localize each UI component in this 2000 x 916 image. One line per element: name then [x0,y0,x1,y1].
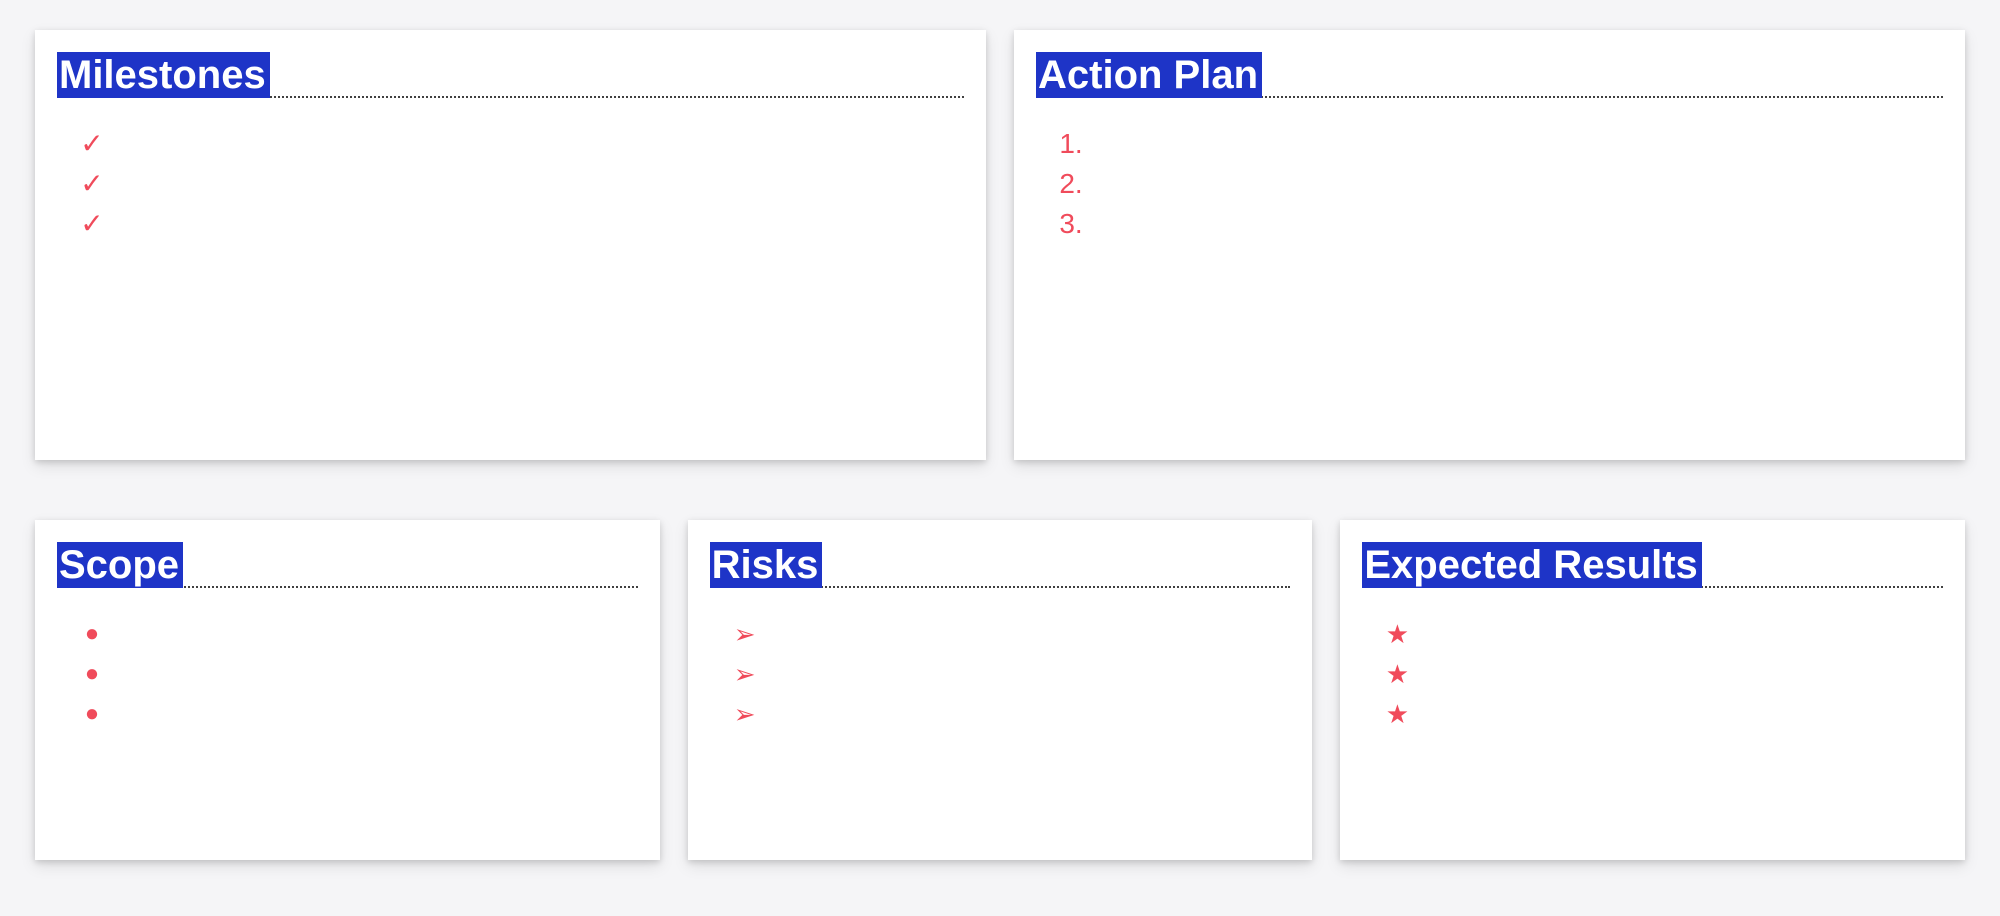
risks-card[interactable]: Risks ➢ ➢ ➢ [688,520,1313,860]
star-icon: ★ [1384,661,1410,687]
number-marker: 1. [1058,130,1084,158]
scope-card[interactable]: Scope ● ● ● [35,520,660,860]
list-item[interactable]: ● [79,654,638,694]
list-item[interactable]: ✓ [79,164,964,204]
list-item[interactable]: 2. [1058,164,1943,204]
action-plan-title-row: Action Plan [1036,50,1943,98]
risks-title-row: Risks [710,540,1291,588]
arrow-icon: ➢ [732,701,758,727]
list-item[interactable]: ➢ [732,694,1291,734]
check-icon: ✓ [79,210,105,238]
list-item[interactable]: ★ [1384,614,1943,654]
expected-results-card[interactable]: Expected Results ★ ★ ★ [1340,520,1965,860]
list-item[interactable]: ✓ [79,204,964,244]
check-icon: ✓ [79,170,105,198]
number-marker: 3. [1058,210,1084,238]
number-marker: 2. [1058,170,1084,198]
list-item[interactable]: ★ [1384,654,1943,694]
star-icon: ★ [1384,701,1410,727]
bottom-row: Scope ● ● ● Risks [35,520,1965,860]
list-item[interactable]: ✓ [79,124,964,164]
scope-title: Scope [57,542,183,588]
top-row: Milestones ✓ ✓ ✓ Action Plan [35,30,1965,460]
risks-list[interactable]: ➢ ➢ ➢ [710,604,1291,734]
list-item[interactable]: ★ [1384,694,1943,734]
list-item[interactable]: ➢ [732,614,1291,654]
list-item[interactable]: ● [79,694,638,734]
expected-results-list[interactable]: ★ ★ ★ [1362,604,1943,734]
list-item[interactable]: ● [79,614,638,654]
dot-icon: ● [79,662,105,686]
list-item[interactable]: ➢ [732,654,1291,694]
milestones-title-row: Milestones [57,50,964,98]
scope-title-row: Scope [57,540,638,588]
slide-canvas: Milestones ✓ ✓ ✓ Action Plan [0,0,2000,916]
list-item[interactable]: 1. [1058,124,1943,164]
arrow-icon: ➢ [732,621,758,647]
arrow-icon: ➢ [732,661,758,687]
expected-results-title: Expected Results [1362,542,1701,588]
expected-results-title-row: Expected Results [1362,540,1943,588]
milestones-title: Milestones [57,52,270,98]
star-icon: ★ [1384,621,1410,647]
milestones-card[interactable]: Milestones ✓ ✓ ✓ [35,30,986,460]
dot-icon: ● [79,702,105,726]
action-plan-card[interactable]: Action Plan 1. 2. 3. [1014,30,1965,460]
scope-list[interactable]: ● ● ● [57,604,638,734]
check-icon: ✓ [79,130,105,158]
action-plan-title: Action Plan [1036,52,1262,98]
action-plan-list[interactable]: 1. 2. 3. [1036,114,1943,244]
risks-title: Risks [710,542,823,588]
dot-icon: ● [79,622,105,646]
list-item[interactable]: 3. [1058,204,1943,244]
milestones-list[interactable]: ✓ ✓ ✓ [57,114,964,244]
